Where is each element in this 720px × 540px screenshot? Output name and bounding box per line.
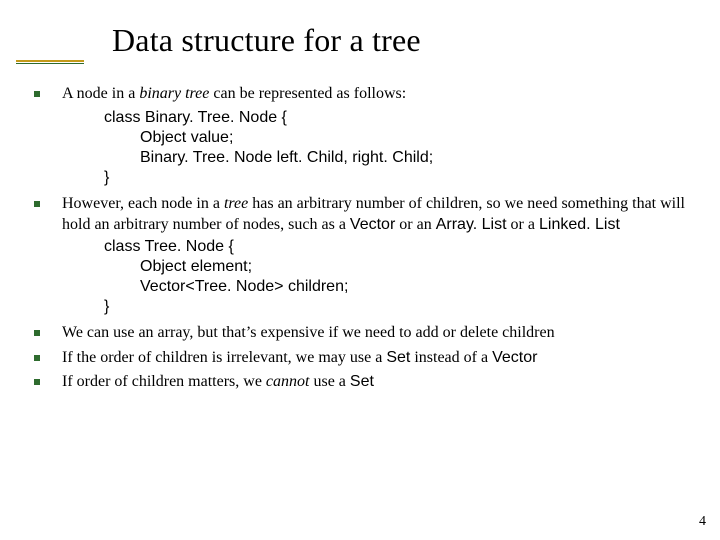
code2-l4: } xyxy=(104,298,109,315)
code2-l2: Object element; xyxy=(104,257,694,277)
title-area: Data structure for a tree xyxy=(0,22,720,59)
code1-l3: Binary. Tree. Node left. Child, right. C… xyxy=(104,148,694,168)
bullet-icon xyxy=(34,201,40,207)
code2-l1: class Tree. Node { xyxy=(104,238,234,255)
bullet-icon xyxy=(34,355,40,361)
bullet-3-text: We can use an array, but that’s expensiv… xyxy=(62,324,555,341)
bullet-5: If order of children matters, we cannot … xyxy=(34,372,694,392)
bullet-4: If the order of children is irrelevant, … xyxy=(34,348,694,368)
bullet-1-text: A node in a binary tree can be represent… xyxy=(62,85,406,102)
bullet-5-text: If order of children matters, we cannot … xyxy=(62,373,374,390)
slide-title: Data structure for a tree xyxy=(112,22,720,59)
code1-l2: Object value; xyxy=(104,128,694,148)
bullet-2: However, each node in a tree has an arbi… xyxy=(34,194,694,317)
code1-l4: } xyxy=(104,169,109,186)
bullet-4-text: If the order of children is irrelevant, … xyxy=(62,349,537,366)
title-accent-rule xyxy=(16,60,84,64)
bullet-icon xyxy=(34,379,40,385)
slide-body: A node in a binary tree can be represent… xyxy=(34,84,694,397)
bullet-2-text: However, each node in a tree has an arbi… xyxy=(62,195,685,232)
page-number: 4 xyxy=(699,514,706,530)
bullet-icon xyxy=(34,330,40,336)
bullet-3: We can use an array, but that’s expensiv… xyxy=(34,323,694,343)
code-block-2: class Tree. Node { Object element; Vecto… xyxy=(104,237,694,317)
bullet-icon xyxy=(34,91,40,97)
code1-l1: class Binary. Tree. Node { xyxy=(104,109,287,126)
code-block-1: class Binary. Tree. Node { Object value;… xyxy=(104,108,694,188)
bullet-1: A node in a binary tree can be represent… xyxy=(34,84,694,104)
slide: Data structure for a tree A node in a bi… xyxy=(0,0,720,540)
code2-l3: Vector<Tree. Node> children; xyxy=(104,277,694,297)
